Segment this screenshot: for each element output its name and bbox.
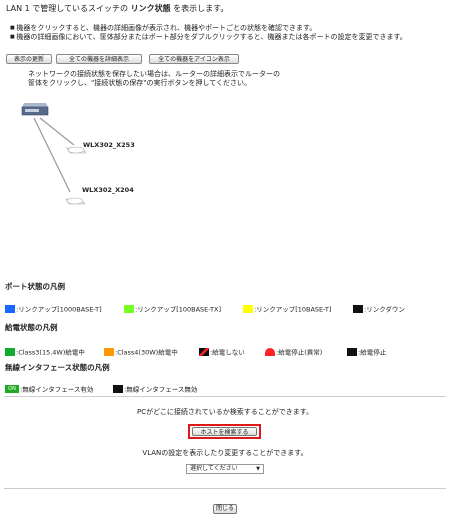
chevron-down-icon: ▼ [256,466,260,472]
host-search-text: PCがどこに接続されているか検索することができます。 [137,408,313,416]
power-none-icon [199,347,209,356]
port-1000-icon [5,304,15,313]
bullet-item: 機器をクリックすると、機器の詳細画像が表示され、機器やポートごとの状態を確認でき… [10,24,316,33]
legend-item: :リンクアップ[10BASE-T] [243,298,331,314]
divider [4,396,446,397]
legend-item: :給電停止(異常) [265,341,322,357]
wireless-on-icon: ON [5,384,19,393]
power-error-icon [265,347,275,356]
access-point-icon[interactable] [65,197,86,205]
legend-item: :Class3(15.4W)給電中 [5,341,85,357]
legend-item: :リンクアップ[1000BASE-T] [5,298,102,314]
device-label[interactable]: WLX302_X204 [82,186,134,194]
refresh-button[interactable]: 表示の更新 [6,54,52,64]
power-legend-title: 給電状態の凡例 [5,323,58,332]
legend-item: :リンクアップ[100BASE-TX] [124,298,221,314]
legend-item: :給電停止 [347,341,386,357]
vlan-select[interactable]: 選択してください ▼ [186,464,264,474]
page-header: LAN 1 で管理しているスイッチの リンク状態 を表示します。 [6,4,229,13]
power-class4-icon [104,347,114,356]
port-100-icon [124,304,134,313]
port-10-icon [243,304,253,313]
topology-map [21,103,87,205]
router-icon[interactable] [21,103,49,116]
show-all-detail-button[interactable]: 全ての機器を詳細表示 [56,54,142,64]
wireless-legend-title: 無線インタフェース状態の凡例 [5,363,110,372]
wireless-off-icon [113,384,123,393]
bullet-item: 機器の詳細画像において、筐体部分またはポート部分をダブルクリックすると、機器また… [10,33,406,42]
port-legend-title: ポート状態の凡例 [5,282,65,291]
legend-item: :Class4(30W)給電中 [104,341,178,357]
save-note: ネットワークの接続状態を保存したい場合は、ルーターの詳細表示でルーターの [28,70,280,78]
save-note: 筐体をクリックし、"接続状態の保存"の実行ボタンを押してください。 [28,79,252,87]
legend-item: :給電しない [199,341,245,357]
show-all-icon-button[interactable]: 全ての機器をアイコン表示 [149,54,239,64]
link-line [33,117,71,193]
host-search-button[interactable]: ホストを検索する [192,427,257,436]
power-class3-icon [5,347,15,356]
divider [4,488,446,489]
device-label[interactable]: WLX302_X253 [83,141,135,149]
legend-item: ON:無線インタフェース有効 [5,378,93,394]
legend-item: :リンクダウン [353,298,405,314]
close-button[interactable]: 閉じる [213,504,237,514]
port-down-icon [353,304,363,313]
legend-item: :無線インタフェース無効 [113,378,197,394]
power-stopped-icon [347,347,357,356]
vlan-text: VLANの設定を表示したり変更することができます。 [142,449,308,457]
